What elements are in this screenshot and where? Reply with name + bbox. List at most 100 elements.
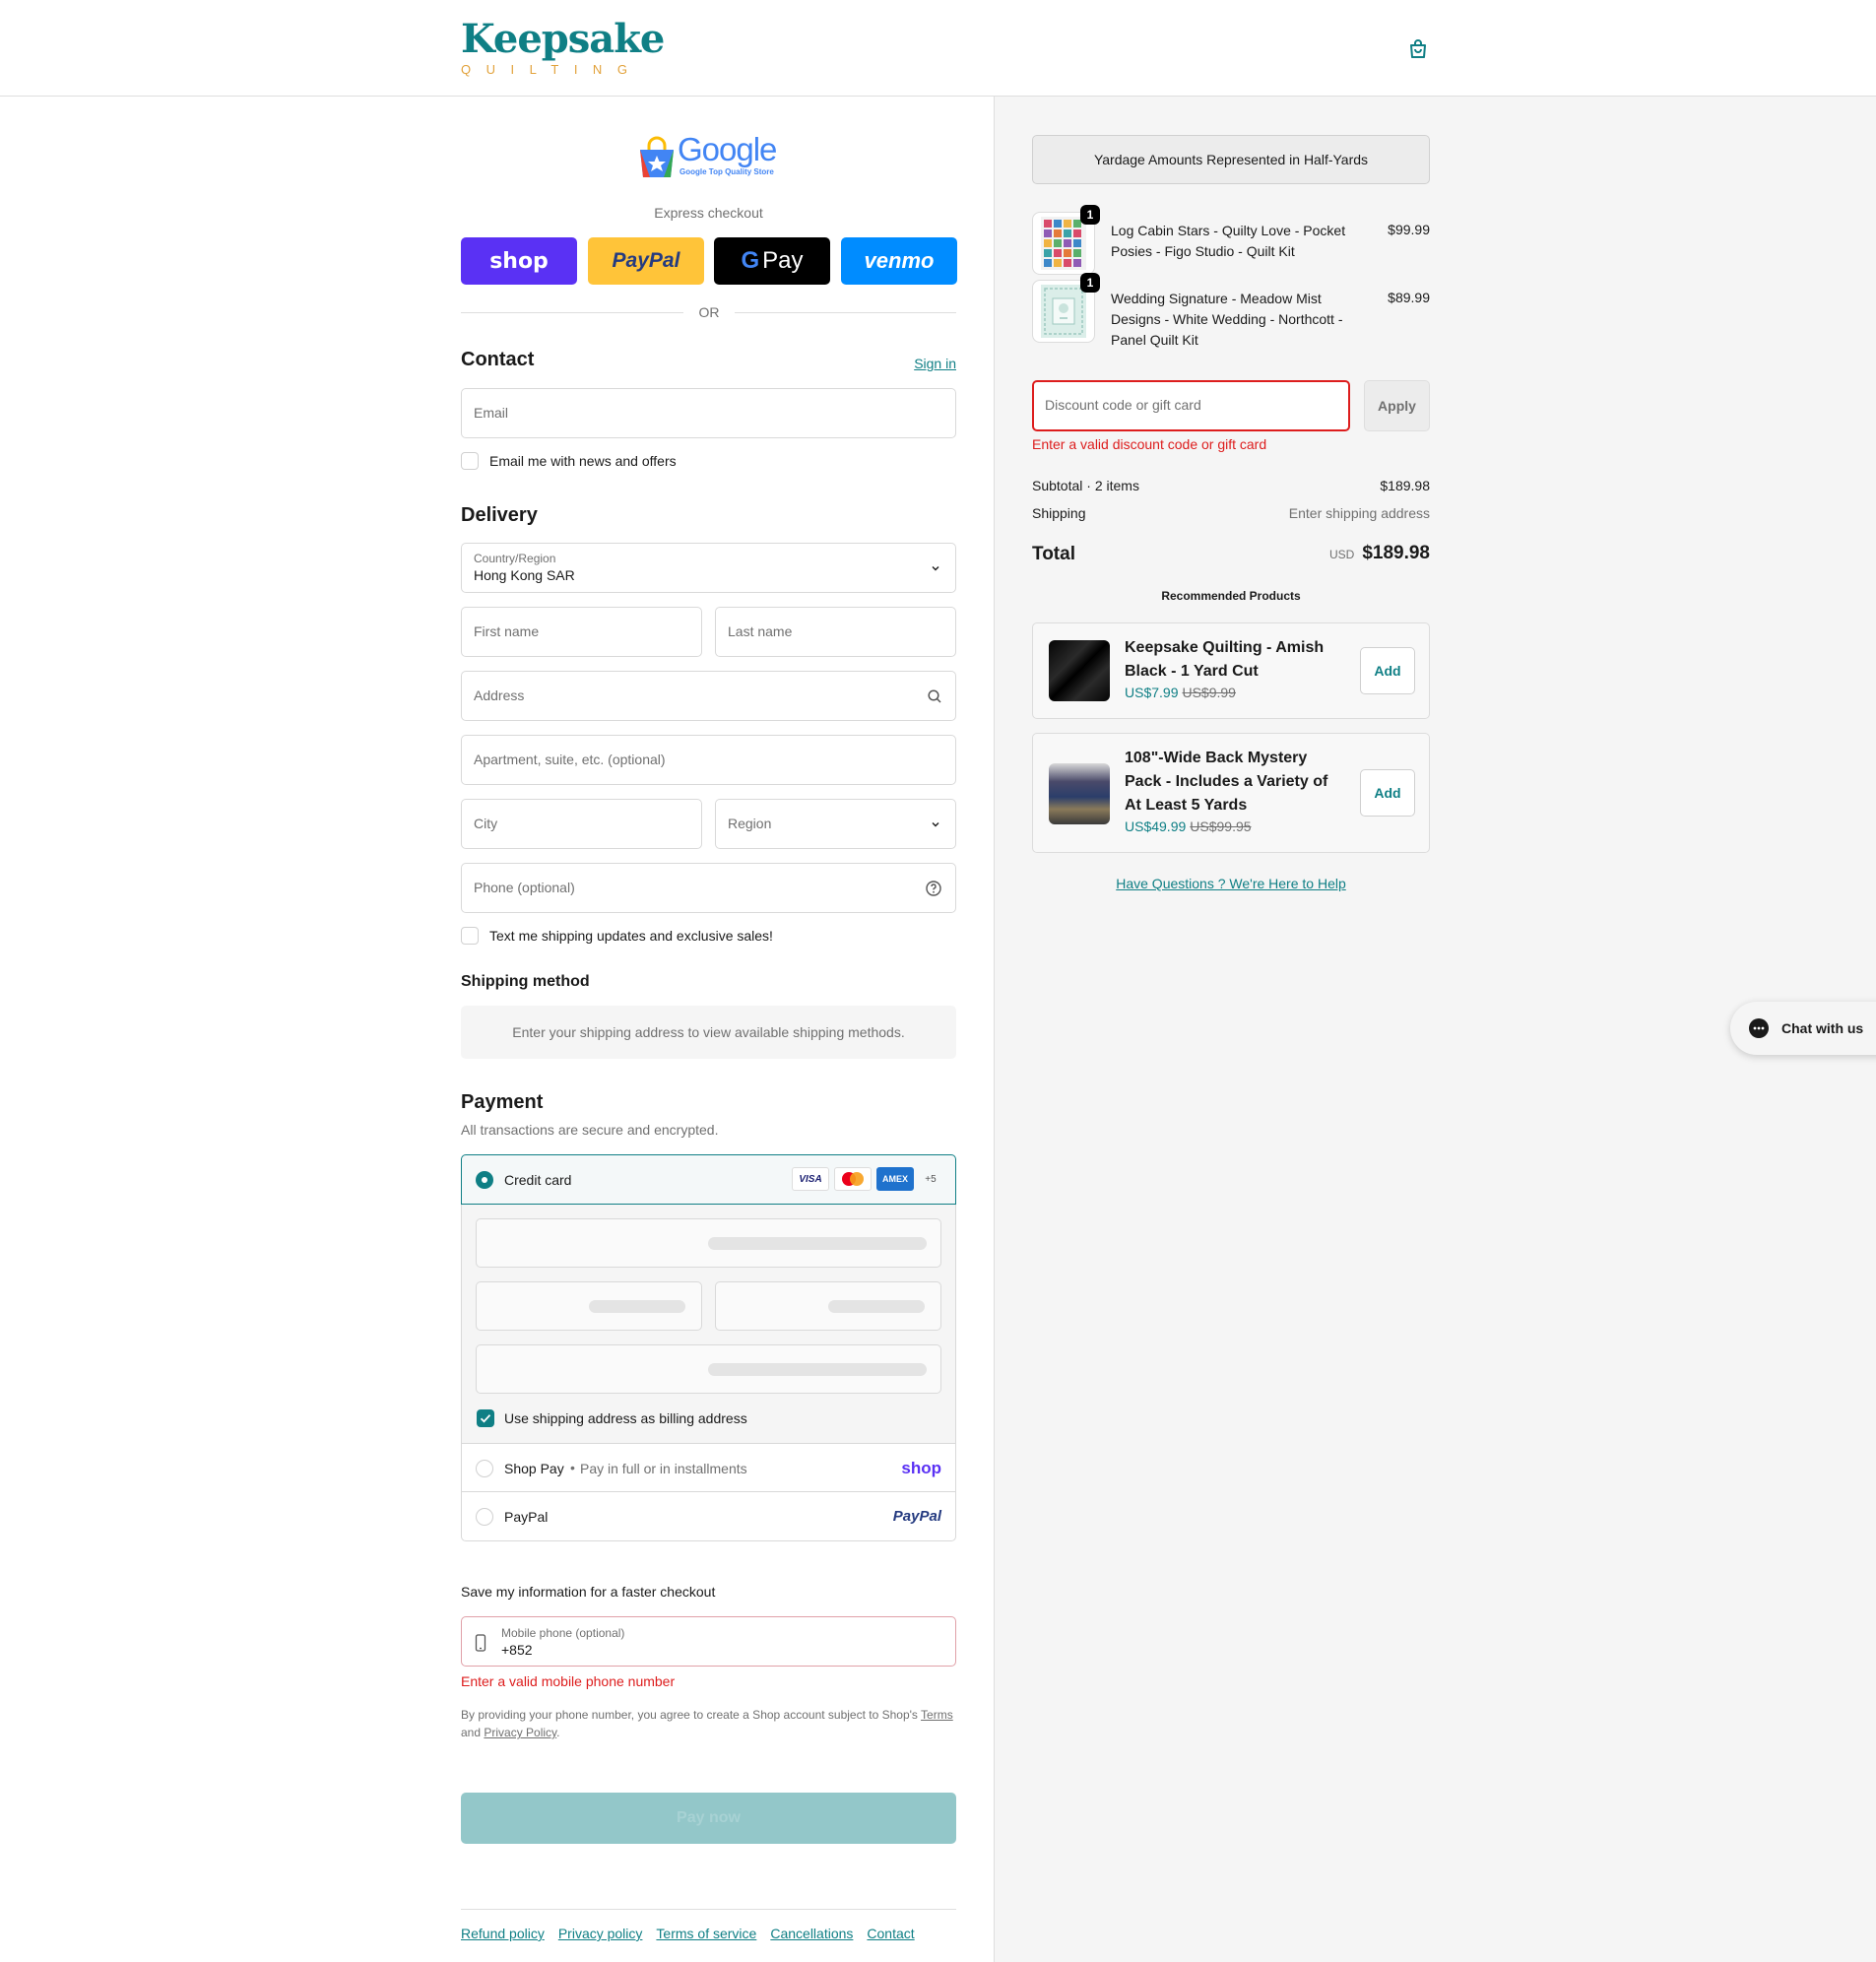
terms-of-service-link[interactable]: Terms of service: [656, 1926, 756, 1941]
first-name-field[interactable]: First name: [461, 607, 702, 657]
card-name-field[interactable]: [476, 1344, 941, 1394]
help-link[interactable]: Have Questions ? We're Here to Help: [1032, 876, 1430, 891]
save-info-heading: Save my information for a faster checkou…: [461, 1584, 716, 1600]
refund-policy-link[interactable]: Refund policy: [461, 1926, 545, 1941]
chevron-down-icon: [932, 822, 939, 827]
google-pay-express-button[interactable]: G Pay: [714, 237, 830, 285]
more-cards-badge: +5: [919, 1167, 942, 1191]
billing-address-checkbox[interactable]: [477, 1409, 494, 1427]
original-price: US$9.99: [1182, 685, 1236, 700]
or-label: OR: [683, 304, 735, 320]
sale-price: US$49.99: [1125, 818, 1187, 834]
product-thumbnail: 1: [1032, 205, 1100, 275]
address-field[interactable]: Address: [461, 671, 956, 721]
mobile-phone-field[interactable]: Mobile phone (optional) +852: [461, 1616, 956, 1667]
card-expiry-field[interactable]: [476, 1281, 702, 1331]
paypal-radio[interactable]: [476, 1508, 493, 1526]
first-name-placeholder: First name: [474, 623, 540, 639]
checkmark-icon: [480, 1414, 491, 1423]
add-recommended-button[interactable]: Add: [1360, 647, 1415, 694]
region-select[interactable]: Region: [715, 799, 956, 849]
search-icon: [928, 689, 941, 703]
payment-heading: Payment: [461, 1091, 544, 1113]
card-cvv-field[interactable]: [715, 1281, 941, 1331]
keepsake-quilting-logo[interactable]: Keepsake QUILTING: [461, 16, 665, 79]
paypal-logo-small: PayPal: [892, 1508, 941, 1525]
privacy-policy-footer-link[interactable]: Privacy policy: [558, 1926, 643, 1941]
total-currency: USD: [1328, 548, 1355, 561]
recommended-product-image: [1049, 763, 1110, 824]
pay-now-label: Pay now: [677, 1809, 741, 1826]
country-select[interactable]: Country/Region Hong Kong SAR: [461, 543, 956, 593]
help-question-icon[interactable]: [925, 880, 942, 897]
paypal-express-button[interactable]: PayPal: [588, 237, 704, 285]
email-field[interactable]: Email: [461, 388, 956, 438]
contact-heading: Contact: [461, 349, 535, 370]
card-number-field[interactable]: [476, 1218, 941, 1268]
shop-pay-express-button[interactable]: shop: [461, 237, 577, 285]
shipping-method-notice-text: Enter your shipping address to view avai…: [512, 1024, 905, 1040]
last-name-placeholder: Last name: [728, 623, 793, 639]
phone-field[interactable]: Phone (optional): [461, 863, 956, 913]
google-pay-label: Pay: [762, 247, 804, 274]
paypal-option[interactable]: PayPal PayPal: [461, 1492, 956, 1541]
email-placeholder: Email: [474, 405, 509, 421]
shop-pay-sublabel: Pay in full or in installments: [580, 1461, 747, 1476]
mobile-phone-icon: [475, 1634, 486, 1652]
chevron-down-icon: [932, 566, 939, 571]
legal-prefix: By providing your phone number, you agre…: [461, 1708, 918, 1722]
yardage-banner-text: Yardage Amounts Represented in Half-Yard…: [1093, 152, 1369, 167]
shipping-method-notice: Enter your shipping address to view avai…: [461, 1006, 956, 1059]
apartment-field[interactable]: Apartment, suite, etc. (optional): [461, 735, 956, 785]
add-recommended-button[interactable]: Add: [1360, 769, 1415, 817]
visa-label: VISA: [799, 1173, 822, 1185]
delivery-heading: Delivery: [461, 504, 538, 526]
venmo-express-button[interactable]: venmo: [841, 237, 957, 285]
apartment-placeholder: Apartment, suite, etc. (optional): [474, 752, 666, 767]
last-name-field[interactable]: Last name: [715, 607, 956, 657]
credit-card-form: Use shipping address as billing address: [461, 1205, 956, 1443]
privacy-policy-link[interactable]: Privacy Policy: [484, 1726, 556, 1739]
logo-main-text: Keepsake: [461, 16, 665, 62]
total-label: Total: [1032, 544, 1075, 564]
newsletter-checkbox[interactable]: [461, 452, 479, 470]
mastercard-icon: [834, 1167, 872, 1191]
recommended-product-title: 108"-Wide Back Mystery Pack - Includes a…: [1125, 750, 1328, 814]
chat-widget-button[interactable]: Chat with us: [1730, 1002, 1876, 1055]
sign-in-link[interactable]: Sign in: [914, 356, 956, 371]
sms-checkbox[interactable]: [461, 927, 479, 945]
discount-code-field[interactable]: Discount code or gift card: [1032, 380, 1350, 431]
discount-code-placeholder: Discount code or gift card: [1045, 397, 1201, 413]
legal-and: and: [461, 1726, 482, 1739]
subtotal-label: Subtotal · 2 items: [1032, 478, 1139, 493]
quantity-badge: 1: [1080, 205, 1100, 225]
credit-card-option[interactable]: Credit card VISA AMEX +5: [461, 1154, 956, 1205]
card-expiry-skeleton: [589, 1300, 685, 1313]
shop-legal-text: By providing your phone number, you agre…: [461, 1706, 956, 1741]
cart-item-name: Log Cabin Stars - Quilty Love - Pocket P…: [1111, 223, 1346, 259]
credit-card-label: Credit card: [504, 1172, 572, 1188]
terms-link[interactable]: Terms: [921, 1708, 953, 1722]
country-value: Hong Kong SAR: [474, 567, 575, 583]
mobile-phone-error: Enter a valid mobile phone number: [461, 1673, 676, 1689]
paypal-logo: PayPal: [612, 249, 680, 272]
bullet-separator: •: [570, 1460, 575, 1475]
shipping-value: Enter shipping address: [1288, 505, 1430, 521]
cancellations-link[interactable]: Cancellations: [770, 1926, 853, 1941]
recommended-heading: Recommended Products: [1161, 589, 1301, 603]
cart-item-name: Wedding Signature - Meadow Mist Designs …: [1111, 291, 1343, 348]
newsletter-label: Email me with news and offers: [489, 453, 677, 469]
shop-pay-logo: shop: [489, 248, 549, 274]
site-header: Keepsake QUILTING: [0, 0, 1876, 97]
pay-now-button[interactable]: Pay now: [461, 1793, 956, 1844]
chat-label: Chat with us: [1781, 1020, 1864, 1036]
city-field[interactable]: City: [461, 799, 702, 849]
shop-pay-label: Shop Pay: [504, 1461, 564, 1476]
shopping-bag-icon[interactable]: [1406, 37, 1430, 61]
credit-card-radio-selected[interactable]: [476, 1171, 493, 1189]
shop-pay-radio[interactable]: [476, 1460, 493, 1477]
apply-discount-button[interactable]: Apply: [1364, 380, 1430, 431]
chat-bubble-icon: [1749, 1018, 1769, 1038]
contact-link[interactable]: Contact: [867, 1926, 914, 1941]
shop-pay-option[interactable]: Shop Pay • Pay in full or in installment…: [461, 1443, 956, 1492]
